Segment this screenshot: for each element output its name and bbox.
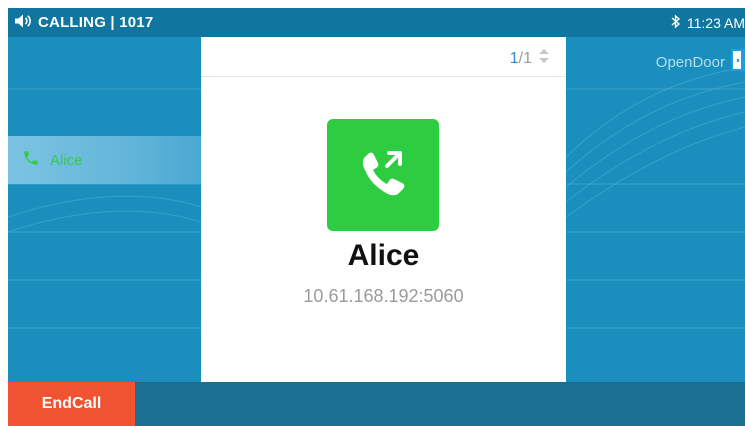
page-switch-icon[interactable]	[538, 48, 550, 69]
call-card: 1/1 Alice 10.61.168.192:5060	[201, 37, 566, 382]
contact-address: 10.61.168.192:5060	[303, 286, 464, 306]
call-status-title: CALLING | 1017	[38, 14, 154, 31]
status-bar: CALLING | 1017 11:23 AM	[8, 8, 745, 37]
speaker-icon	[14, 13, 34, 33]
phone-screen: CALLING | 1017 11:23 AM Alice OpenDoor 1…	[8, 8, 745, 426]
page-total: /1	[518, 49, 532, 67]
door-icon	[731, 49, 745, 75]
opendoor-button[interactable]: OpenDoor	[655, 49, 745, 75]
end-call-button[interactable]: EndCall	[8, 382, 135, 426]
page-current: 1	[509, 49, 519, 67]
clock: 11:23 AM	[686, 14, 745, 31]
account-item-alice[interactable]: Alice	[8, 136, 201, 184]
page-indicator: 1/1	[510, 48, 550, 69]
outgoing-call-icon	[354, 144, 412, 207]
status-left: CALLING | 1017	[14, 8, 153, 37]
phone-icon	[22, 149, 40, 172]
account-label: Alice	[50, 151, 83, 169]
call-badge	[327, 119, 439, 231]
bluetooth-icon	[671, 13, 681, 32]
contact-name: Alice	[347, 239, 420, 272]
softkey-bar: EndCall	[8, 382, 745, 426]
status-right: 11:23 AM	[671, 8, 745, 37]
opendoor-label: OpenDoor	[655, 53, 725, 71]
card-header: 1/1	[201, 37, 566, 77]
